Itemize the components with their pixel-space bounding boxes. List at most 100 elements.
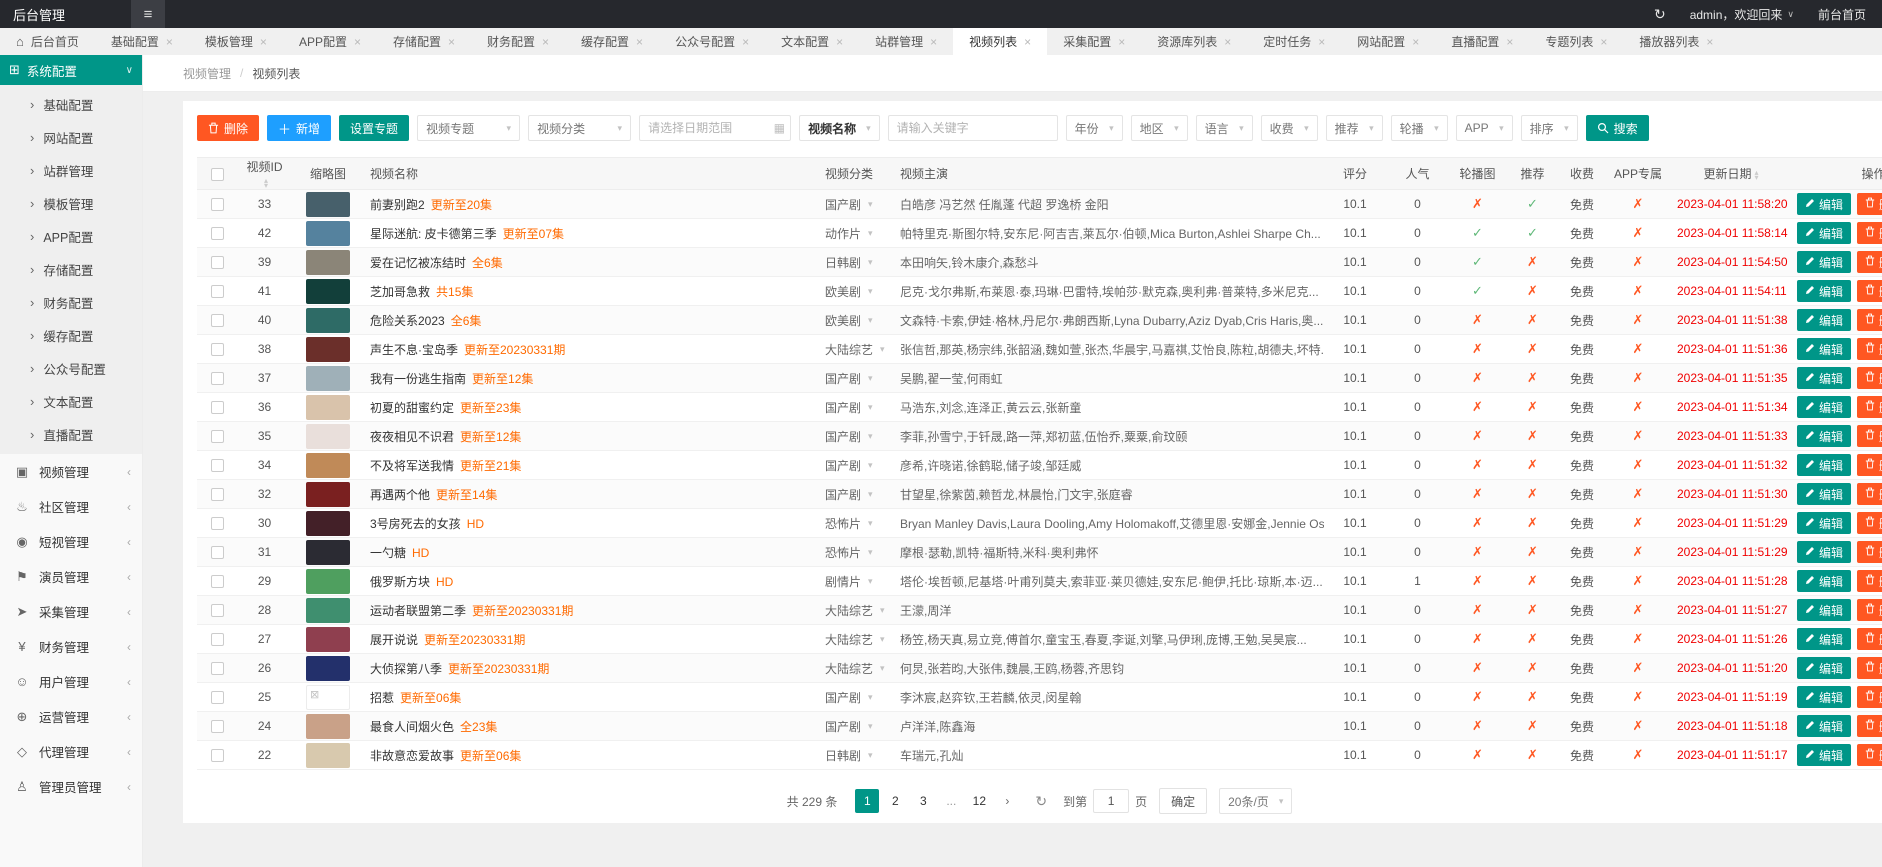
recommend-toggle[interactable]: ✗: [1527, 631, 1538, 646]
video-name[interactable]: 非故意恋爱故事: [370, 749, 454, 763]
row-checkbox[interactable]: [211, 604, 224, 617]
fee-select[interactable]: 收费▾: [1261, 115, 1318, 141]
recommend-select[interactable]: 推荐▾: [1326, 115, 1383, 141]
edit-button[interactable]: 编辑: [1797, 222, 1851, 244]
app-exclusive-toggle[interactable]: ✗: [1633, 370, 1644, 385]
tab[interactable]: ⌂ 公众号配置 ×: [659, 28, 765, 55]
carousel-toggle[interactable]: ✗: [1472, 718, 1483, 733]
row-category-select[interactable]: 国产剧 ▾: [825, 689, 873, 706]
sidebar-section-system-config[interactable]: ⊞ 系统配置 ∨: [0, 55, 142, 85]
date-range-input[interactable]: [639, 115, 791, 141]
carousel-toggle[interactable]: ✗: [1472, 747, 1483, 762]
app-exclusive-toggle[interactable]: ✗: [1633, 283, 1644, 298]
row-category-select[interactable]: 国产剧 ▾: [825, 486, 873, 503]
tab[interactable]: ⌂ 采集配置 ×: [1047, 28, 1141, 55]
sidebar-subitem[interactable]: › 网站配置: [0, 121, 142, 154]
app-exclusive-toggle[interactable]: ✗: [1633, 254, 1644, 269]
delete-button[interactable]: 删除: [1857, 483, 1882, 505]
sidebar-module[interactable]: ♨ 社区管理 ‹: [0, 489, 142, 524]
tab[interactable]: ⌂ 后台首页 ×: [0, 28, 95, 55]
sidebar-module[interactable]: ¥ 财务管理 ‹: [0, 629, 142, 664]
tab[interactable]: ⌂ 缓存配置 ×: [565, 28, 659, 55]
edit-button[interactable]: 编辑: [1797, 628, 1851, 650]
edit-button[interactable]: 编辑: [1797, 396, 1851, 418]
confirm-button[interactable]: 确定: [1159, 788, 1207, 814]
row-checkbox[interactable]: [211, 575, 224, 588]
delete-button[interactable]: 删除: [1857, 715, 1882, 737]
row-checkbox[interactable]: [211, 285, 224, 298]
recommend-toggle[interactable]: ✗: [1527, 602, 1538, 617]
row-checkbox[interactable]: [211, 720, 224, 733]
edit-button[interactable]: 编辑: [1797, 251, 1851, 273]
row-checkbox[interactable]: [211, 198, 224, 211]
video-name[interactable]: 不及将军送我情: [370, 459, 454, 473]
sidebar-subitem[interactable]: › 财务配置: [0, 286, 142, 319]
tab[interactable]: ⌂ 视频列表 ×: [953, 28, 1047, 55]
video-name[interactable]: 招惹: [370, 691, 394, 705]
page-size-select[interactable]: 20条/页 ▾: [1219, 788, 1292, 814]
carousel-toggle[interactable]: ✗: [1472, 428, 1483, 443]
row-checkbox[interactable]: [211, 314, 224, 327]
row-category-select[interactable]: 国产剧 ▾: [825, 428, 873, 445]
carousel-toggle[interactable]: ✓: [1472, 283, 1483, 298]
close-icon[interactable]: ×: [1600, 35, 1607, 49]
video-name[interactable]: 展开说说: [370, 633, 418, 647]
recommend-toggle[interactable]: ✗: [1527, 486, 1538, 501]
delete-button[interactable]: 删除: [1857, 599, 1882, 621]
recommend-toggle[interactable]: ✗: [1527, 544, 1538, 559]
row-checkbox[interactable]: [211, 256, 224, 269]
close-icon[interactable]: ×: [1506, 35, 1513, 49]
breadcrumb-item[interactable]: 视频管理: [183, 65, 231, 82]
row-checkbox[interactable]: [211, 691, 224, 704]
edit-button[interactable]: 编辑: [1797, 715, 1851, 737]
row-category-select[interactable]: 动作片 ▾: [825, 225, 873, 242]
delete-button[interactable]: 删除: [1857, 222, 1882, 244]
app-exclusive-toggle[interactable]: ✗: [1633, 457, 1644, 472]
row-checkbox[interactable]: [211, 546, 224, 559]
keyword-input[interactable]: [888, 115, 1058, 141]
delete-button[interactable]: 删除: [1857, 251, 1882, 273]
row-category-select[interactable]: 大陆综艺 ▾: [825, 341, 885, 358]
video-name[interactable]: 芝加哥急救: [370, 285, 430, 299]
year-select[interactable]: 年份▾: [1066, 115, 1123, 141]
frontend-home-link[interactable]: 前台首页: [1818, 6, 1866, 23]
video-name[interactable]: 3号房死去的女孩: [370, 517, 461, 531]
carousel-toggle[interactable]: ✗: [1472, 689, 1483, 704]
app-exclusive-toggle[interactable]: ✗: [1633, 486, 1644, 501]
row-checkbox[interactable]: [211, 488, 224, 501]
recommend-toggle[interactable]: ✗: [1527, 457, 1538, 472]
sort-select[interactable]: 排序▾: [1521, 115, 1578, 141]
close-icon[interactable]: ×: [636, 35, 643, 49]
carousel-toggle[interactable]: ✗: [1472, 515, 1483, 530]
delete-button[interactable]: 删除: [1857, 425, 1882, 447]
sidebar-subitem[interactable]: › 存储配置: [0, 253, 142, 286]
sidebar-module[interactable]: ⚑ 演员管理 ‹: [0, 559, 142, 594]
row-checkbox[interactable]: [211, 633, 224, 646]
app-exclusive-toggle[interactable]: ✗: [1633, 747, 1644, 762]
video-name[interactable]: 危险关系2023: [370, 314, 445, 328]
video-name[interactable]: 俄罗斯方块: [370, 575, 430, 589]
row-checkbox[interactable]: [211, 517, 224, 530]
tab[interactable]: ⌂ 模板管理 ×: [189, 28, 283, 55]
tab[interactable]: ⌂ 存储配置 ×: [377, 28, 471, 55]
edit-button[interactable]: 编辑: [1797, 686, 1851, 708]
sort-icon[interactable]: ▴▾: [1755, 170, 1759, 180]
row-checkbox[interactable]: [211, 227, 224, 240]
row-category-select[interactable]: 欧美剧 ▾: [825, 312, 873, 329]
video-name[interactable]: 声生不息·宝岛季: [370, 343, 458, 357]
sidebar-subitem[interactable]: › 文本配置: [0, 385, 142, 418]
row-category-select[interactable]: 国产剧 ▾: [825, 399, 873, 416]
carousel-toggle[interactable]: ✗: [1472, 544, 1483, 559]
sidebar-module[interactable]: ☺ 用户管理 ‹: [0, 664, 142, 699]
batch-delete-button[interactable]: 删除: [197, 115, 259, 141]
recommend-toggle[interactable]: ✗: [1527, 428, 1538, 443]
carousel-toggle[interactable]: ✗: [1472, 312, 1483, 327]
goto-page-input[interactable]: [1093, 789, 1129, 813]
delete-button[interactable]: 删除: [1857, 541, 1882, 563]
close-icon[interactable]: ×: [1318, 35, 1325, 49]
sidebar-subitem[interactable]: › 模板管理: [0, 187, 142, 220]
app-exclusive-toggle[interactable]: ✗: [1633, 196, 1644, 211]
edit-button[interactable]: 编辑: [1797, 483, 1851, 505]
category-select[interactable]: 视频分类 ▾: [528, 115, 631, 141]
collapse-sidebar-icon[interactable]: ≡: [131, 0, 165, 28]
